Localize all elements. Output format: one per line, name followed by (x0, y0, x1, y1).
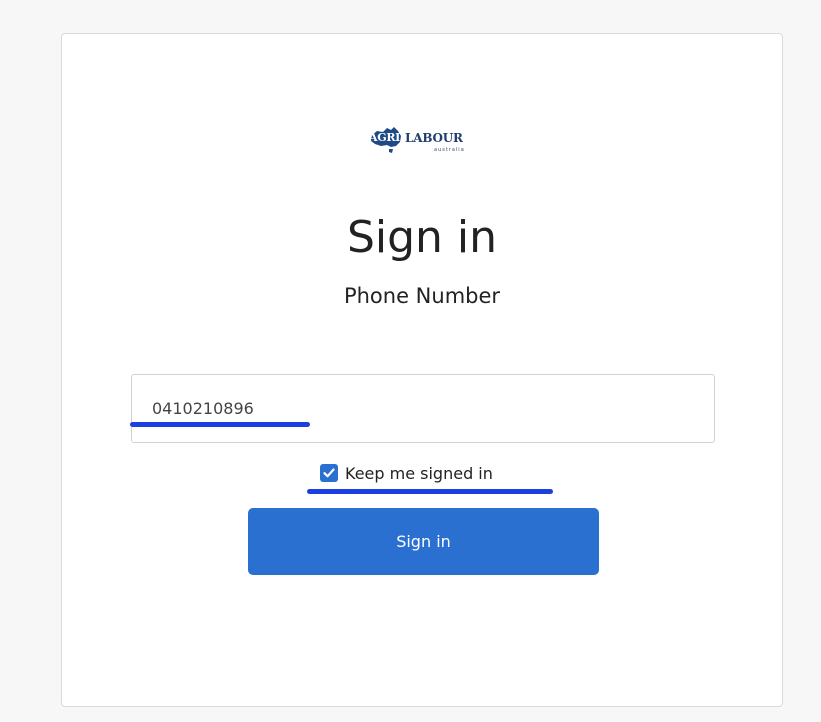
phone-number-input[interactable] (131, 374, 715, 443)
agrilabour-logo: AGRI LABOUR australia (367, 122, 487, 162)
keep-signed-in-label: Keep me signed in (345, 463, 493, 483)
sign-in-button[interactable]: Sign in (248, 508, 599, 575)
page-subtitle: Phone Number (343, 284, 501, 308)
checkmark-icon (323, 468, 335, 478)
keep-signed-in-highlight-underline (307, 489, 553, 494)
page-title: Sign in (346, 212, 498, 263)
keep-signed-in-checkbox[interactable] (320, 464, 338, 482)
logo-labour-text: LABOUR (405, 131, 463, 145)
phone-highlight-underline (130, 422, 310, 427)
signin-card: AGRI LABOUR australia Sign in Phone Numb… (61, 33, 783, 707)
logo-sub-text: australia (434, 147, 465, 153)
logo-agri-text: AGRI (369, 131, 401, 144)
keep-signed-in-row[interactable]: Keep me signed in (320, 462, 493, 484)
